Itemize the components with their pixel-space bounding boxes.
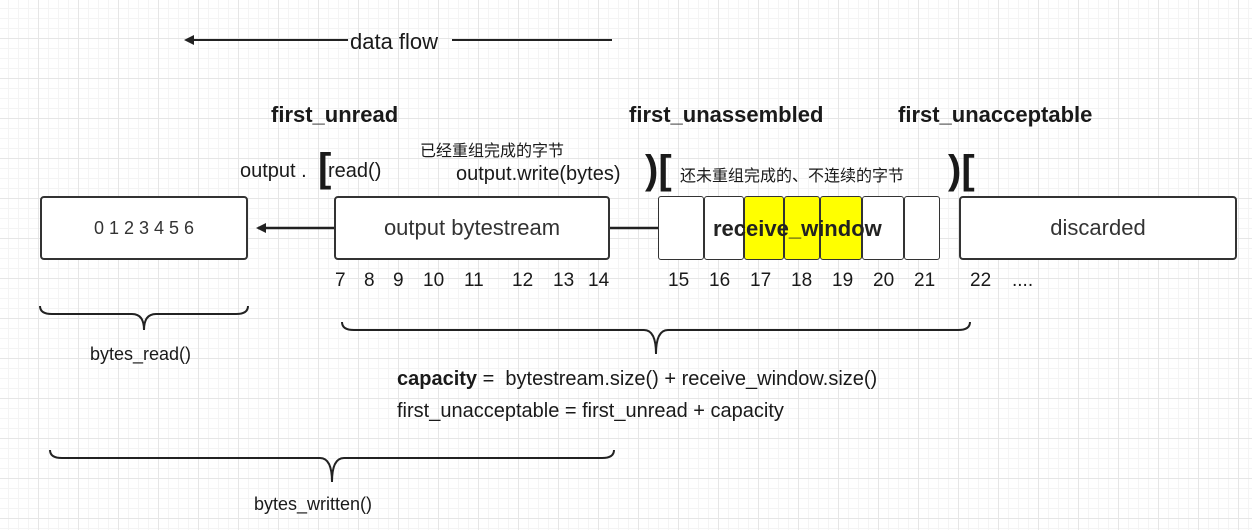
first-unacceptable-formula: first_unacceptable = first_unread + capa… (397, 400, 784, 422)
index-8: 8 (364, 270, 375, 291)
bytes-read-box-text: 0 1 2 3 4 5 6 (93, 217, 195, 238)
index-17: 17 (750, 270, 772, 291)
unassembled-bytes-note: 还未重组完成的、不连续的字节 (680, 166, 905, 185)
output-bytestream-text: output bytestream (383, 215, 561, 240)
bytes-read-brace (39, 305, 249, 331)
capacity-expression: = bytestream.size() + receive_window.siz… (477, 368, 878, 390)
index-13: 13 (553, 270, 575, 291)
index-15: 15 (668, 270, 690, 291)
first-unacceptable-bracket: )[ (948, 148, 975, 192)
index-20: 20 (873, 270, 895, 291)
bytes-written-label: bytes_written() (254, 494, 373, 514)
discarded-text: discarded (1050, 215, 1146, 240)
bytes-read-label: bytes_read() (90, 344, 192, 364)
first-unread-label: first_unread (271, 102, 399, 127)
output-bytestream-box: output bytestream (334, 196, 610, 260)
first-unassembled-label: first_unassembled (629, 102, 824, 127)
discarded-box: discarded (959, 196, 1237, 260)
index-16: 16 (709, 270, 731, 291)
window-cell-21 (904, 196, 940, 260)
bytes-read-box: 0 1 2 3 4 5 6 (40, 196, 248, 260)
first-unassembled-bracket: )[ (645, 148, 672, 192)
connector-overlay (39, 35, 971, 483)
capacity-term: capacity (397, 368, 478, 390)
index-22: 22 (970, 270, 992, 291)
capacity-brace (341, 321, 971, 355)
index-14: 14 (588, 270, 610, 291)
index-21: 21 (914, 270, 936, 291)
index-10: 10 (423, 270, 445, 291)
index-12: 12 (512, 270, 534, 291)
index-19: 19 (832, 270, 854, 291)
assembled-bytes-note: 已经重组完成的字节 (420, 141, 565, 160)
receive-window-label: receive_window (713, 216, 882, 241)
output-write-label: output.write(bytes) (456, 163, 621, 185)
index-7: 7 (335, 270, 346, 291)
window-cell-15 (658, 196, 704, 260)
index-11: 11 (464, 270, 484, 291)
capacity-formula: capacity = bytestream.size() + receive_w… (397, 368, 877, 391)
bytes-written-brace (49, 449, 615, 483)
index-9: 9 (393, 270, 404, 291)
output-read-suffix: read() (328, 160, 382, 182)
index-ellipsis: .... (1012, 270, 1034, 291)
output-read-prefix: output . (240, 160, 307, 182)
index-18: 18 (791, 270, 813, 291)
data-flow-label: data flow (350, 29, 439, 54)
first-unacceptable-label: first_unacceptable (898, 102, 1093, 127)
